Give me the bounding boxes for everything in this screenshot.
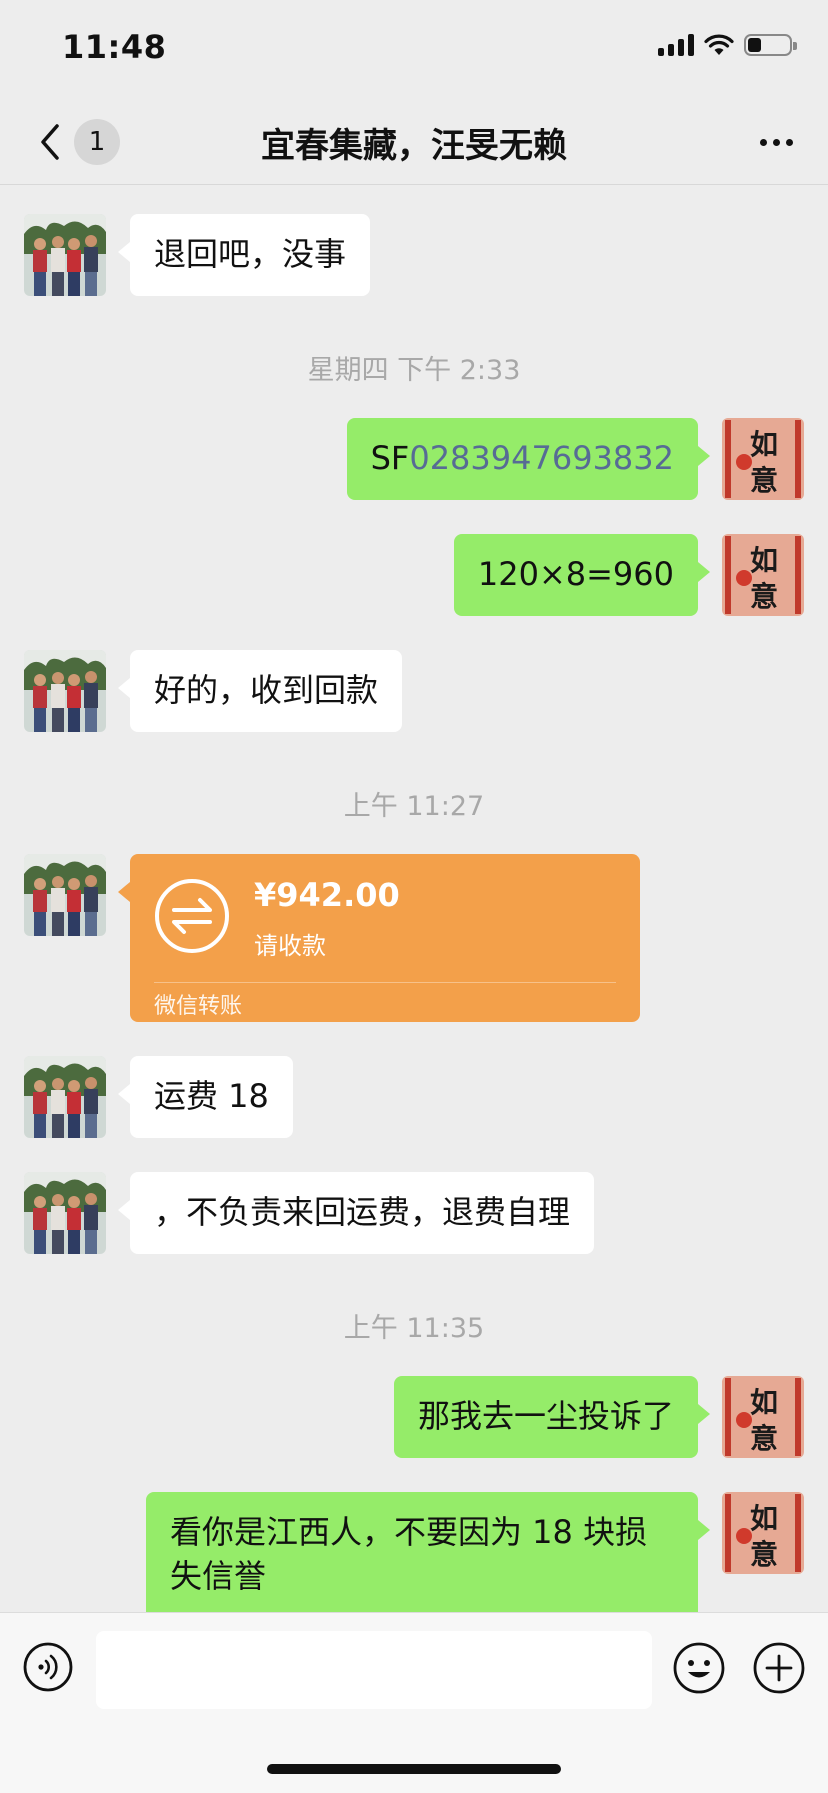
svg-text:意: 意	[750, 1422, 778, 1455]
more-options-button[interactable]	[754, 124, 798, 160]
transfer-amount: ¥942.00	[254, 876, 400, 914]
transfer-footer-label: 微信转账	[154, 994, 243, 1019]
battery-icon	[744, 34, 797, 56]
wifi-icon	[704, 34, 734, 55]
svg-text:意: 意	[750, 464, 778, 497]
transfer-arrows-icon	[155, 879, 229, 953]
message-timestamp: 上午 11:35	[343, 1313, 485, 1344]
message-text-input[interactable]	[96, 1631, 652, 1709]
divider	[154, 982, 616, 983]
contact-avatar[interactable]	[24, 1056, 106, 1138]
chat-header: 1 宜春集藏，汪旻无赖	[0, 100, 828, 185]
status-time: 11:48	[62, 28, 167, 66]
contact-avatar[interactable]	[24, 214, 106, 296]
plus-icon[interactable]	[752, 1641, 806, 1695]
message-bubble-outgoing[interactable]: 看你是江西人，不要因为 18 块损失信誉	[146, 1492, 710, 1622]
message-bubble-outgoing[interactable]: 120×8=960	[453, 534, 711, 616]
contact-avatar[interactable]	[24, 650, 106, 732]
message-timestamp: 上午 11:27	[343, 791, 485, 822]
message-bubble-outgoing[interactable]: 那我去一尘投诉了	[393, 1376, 711, 1458]
self-avatar[interactable]: 如 意	[722, 534, 804, 616]
svg-text:意: 意	[750, 580, 778, 613]
tracking-number-link[interactable]: 0283947693832	[409, 439, 674, 477]
home-indicator	[267, 1764, 561, 1774]
svg-text:如: 如	[750, 1386, 778, 1419]
message-timestamp: 星期四 下午 2:33	[307, 355, 521, 386]
dot-icon	[785, 138, 793, 146]
ruyi-avatar-icon: 如 意	[722, 1376, 804, 1458]
voice-input-icon[interactable]	[22, 1641, 74, 1693]
ruyi-avatar-icon: 如 意	[722, 534, 804, 616]
tracking-prefix: SF	[370, 439, 410, 477]
status-icons	[658, 34, 797, 56]
dot-icon	[759, 138, 767, 146]
message-bubble-outgoing[interactable]: SF0283947693832	[346, 418, 711, 500]
ruyi-avatar-icon: 如 意	[722, 1492, 804, 1574]
self-avatar[interactable]: 如 意	[722, 1492, 804, 1574]
self-avatar[interactable]: 如 意	[722, 1376, 804, 1458]
status-bar: 11:48	[0, 0, 828, 100]
contact-avatar[interactable]	[24, 1172, 106, 1254]
svg-text:如: 如	[750, 544, 778, 577]
contact-avatar[interactable]	[24, 854, 106, 936]
message-bubble-incoming[interactable]: 退回吧，没事	[117, 214, 371, 296]
message-bubble-incoming[interactable]: 好的，收到回款	[117, 650, 403, 732]
emoji-icon[interactable]	[672, 1641, 726, 1695]
message-bubble-incoming[interactable]: ，不负责来回运费，退费自理	[117, 1172, 595, 1254]
wechat-transfer-card[interactable]: ¥942.00 请收款 微信转账	[118, 854, 640, 1022]
svg-text:意: 意	[750, 1538, 778, 1571]
dot-icon	[772, 138, 780, 146]
ruyi-avatar-icon: 如 意	[722, 418, 804, 500]
self-avatar[interactable]: 如 意	[722, 418, 804, 500]
chat-title: 宜春集藏，汪旻无赖	[261, 126, 567, 166]
svg-text:如: 如	[750, 428, 778, 461]
svg-text:如: 如	[750, 1502, 778, 1535]
cellular-signal-icon	[658, 34, 694, 56]
message-bubble-incoming[interactable]: 运费 18	[118, 1056, 293, 1138]
transfer-status: 请收款	[254, 932, 326, 960]
